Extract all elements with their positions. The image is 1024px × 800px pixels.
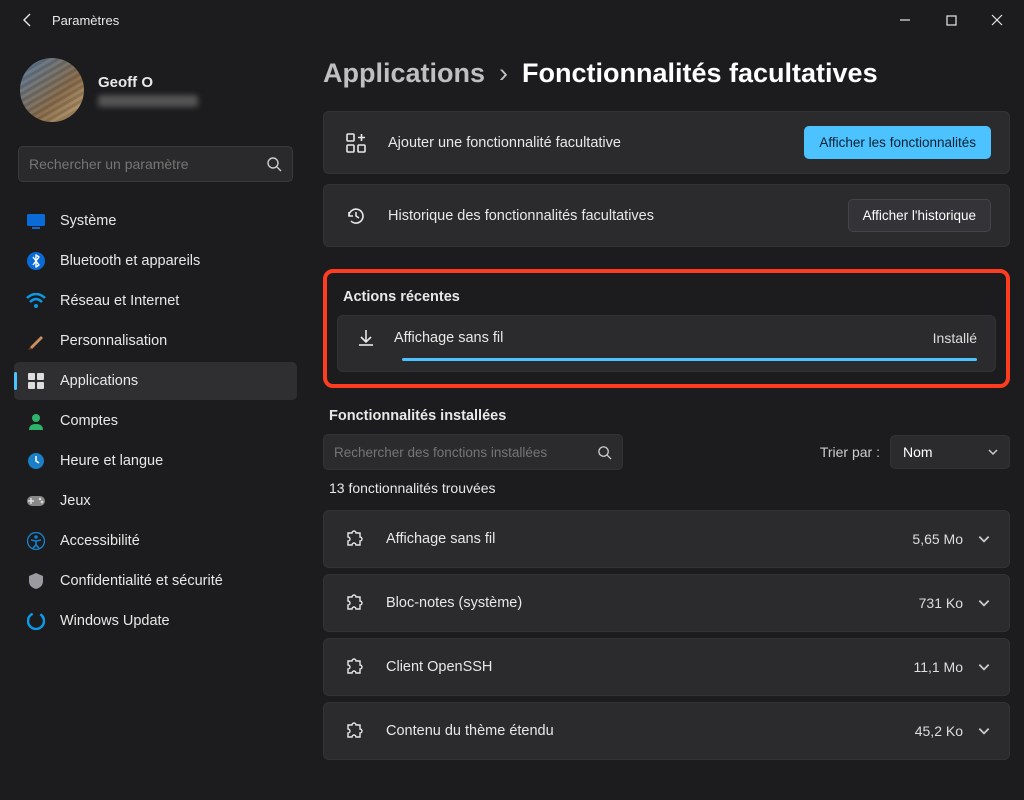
nav-gaming[interactable]: Jeux (14, 482, 297, 520)
view-features-button[interactable]: Afficher les fonctionnalités (804, 126, 991, 159)
person-icon (26, 411, 46, 431)
nav-label: Heure et langue (60, 453, 163, 469)
history-icon (342, 202, 370, 230)
puzzle-icon (342, 591, 366, 615)
gamepad-icon (26, 491, 46, 511)
sort-select[interactable]: Nom (890, 435, 1010, 469)
nav-time-language[interactable]: Heure et langue (14, 442, 297, 480)
chevron-down-icon (987, 446, 999, 458)
nav-label: Jeux (60, 493, 91, 509)
chevron-down-icon (977, 660, 991, 674)
apps-icon (26, 371, 46, 391)
breadcrumb-separator: › (499, 58, 508, 89)
profile-name: Geoff O (98, 74, 198, 91)
profile-block[interactable]: Geoff O (14, 48, 297, 136)
nav-label: Comptes (60, 413, 118, 429)
nav-privacy[interactable]: Confidentialité et sécurité (14, 562, 297, 600)
installed-search[interactable] (323, 434, 623, 470)
nav-personalization[interactable]: Personnalisation (14, 322, 297, 360)
nav-label: Réseau et Internet (60, 293, 179, 309)
breadcrumb-parent[interactable]: Applications (323, 58, 485, 89)
nav-network[interactable]: Réseau et Internet (14, 282, 297, 320)
back-button[interactable] (8, 0, 48, 40)
avatar (20, 58, 84, 122)
nav-label: Personnalisation (60, 333, 167, 349)
feature-size: 45,2 Ko (915, 723, 963, 739)
sidebar: Geoff O Système Bluetooth et appareils R… (0, 40, 305, 800)
puzzle-icon (342, 719, 366, 743)
nav-list: Système Bluetooth et appareils Réseau et… (14, 202, 297, 640)
sort-value: Nom (903, 444, 933, 460)
nav-label: Windows Update (60, 613, 170, 629)
maximize-button[interactable] (928, 0, 974, 40)
search-icon (597, 445, 612, 460)
nav-system[interactable]: Système (14, 202, 297, 240)
feature-label: Client OpenSSH (386, 659, 913, 675)
chevron-down-icon (977, 724, 991, 738)
nav-accounts[interactable]: Comptes (14, 402, 297, 440)
shield-icon (26, 571, 46, 591)
main-content: Applications › Fonctionnalités facultati… (305, 40, 1024, 800)
recent-action-card: Affichage sans fil Installé (337, 315, 996, 372)
window-title: Paramètres (52, 13, 119, 28)
close-button[interactable] (974, 0, 1020, 40)
feature-size: 731 Ko (919, 595, 963, 611)
bluetooth-icon (26, 251, 46, 271)
add-grid-icon (342, 129, 370, 157)
feature-label: Affichage sans fil (386, 531, 912, 547)
titlebar: Paramètres (0, 0, 1024, 40)
add-feature-label: Ajouter une fonctionnalité facultative (388, 135, 804, 151)
wifi-icon (26, 291, 46, 311)
feature-row[interactable]: Contenu du thème étendu 45,2 Ko (323, 702, 1010, 760)
search-icon (266, 156, 282, 172)
installed-heading: Fonctionnalités installées (329, 408, 1010, 424)
feature-size: 11,1 Mo (913, 659, 963, 675)
profile-email-redacted (98, 95, 198, 107)
monitor-icon (26, 211, 46, 231)
minimize-button[interactable] (882, 0, 928, 40)
feature-row[interactable]: Affichage sans fil 5,65 Mo (323, 510, 1010, 568)
view-history-button[interactable]: Afficher l'historique (848, 199, 991, 232)
settings-search[interactable] (18, 146, 293, 182)
chevron-down-icon (977, 532, 991, 546)
recent-action-label: Affichage sans fil (394, 330, 915, 346)
settings-search-input[interactable] (29, 156, 266, 172)
feature-label: Bloc-notes (système) (386, 595, 919, 611)
nav-apps[interactable]: Applications (14, 362, 297, 400)
nav-label: Système (60, 213, 116, 229)
recent-actions-heading: Actions récentes (343, 289, 996, 305)
feature-count: 13 fonctionnalités trouvées (329, 480, 1010, 496)
puzzle-icon (342, 655, 366, 679)
nav-windows-update[interactable]: Windows Update (14, 602, 297, 640)
recent-action-status: Installé (933, 330, 977, 346)
puzzle-icon (342, 527, 366, 551)
nav-label: Accessibilité (60, 533, 140, 549)
nav-bluetooth[interactable]: Bluetooth et appareils (14, 242, 297, 280)
accessibility-icon (26, 531, 46, 551)
feature-row[interactable]: Bloc-notes (système) 731 Ko (323, 574, 1010, 632)
feature-label: Contenu du thème étendu (386, 723, 915, 739)
sort-label: Trier par : (820, 444, 880, 460)
breadcrumb-current: Fonctionnalités facultatives (522, 58, 878, 89)
progress-bar (402, 358, 977, 361)
recent-actions-callout: Actions récentes Affichage sans fil Inst… (323, 269, 1010, 388)
history-label: Historique des fonctionnalités facultati… (388, 208, 848, 224)
update-icon (26, 611, 46, 631)
feature-size: 5,65 Mo (912, 531, 963, 547)
paintbrush-icon (26, 331, 46, 351)
feature-row[interactable]: Client OpenSSH 11,1 Mo (323, 638, 1010, 696)
installed-search-input[interactable] (334, 445, 597, 460)
chevron-down-icon (977, 596, 991, 610)
add-feature-card: Ajouter une fonctionnalité facultative A… (323, 111, 1010, 174)
clock-globe-icon (26, 451, 46, 471)
nav-accessibility[interactable]: Accessibilité (14, 522, 297, 560)
history-card: Historique des fonctionnalités facultati… (323, 184, 1010, 247)
nav-label: Applications (60, 373, 138, 389)
nav-label: Confidentialité et sécurité (60, 573, 223, 589)
breadcrumb: Applications › Fonctionnalités facultati… (323, 58, 1010, 89)
nav-label: Bluetooth et appareils (60, 253, 200, 269)
download-icon (356, 328, 376, 348)
